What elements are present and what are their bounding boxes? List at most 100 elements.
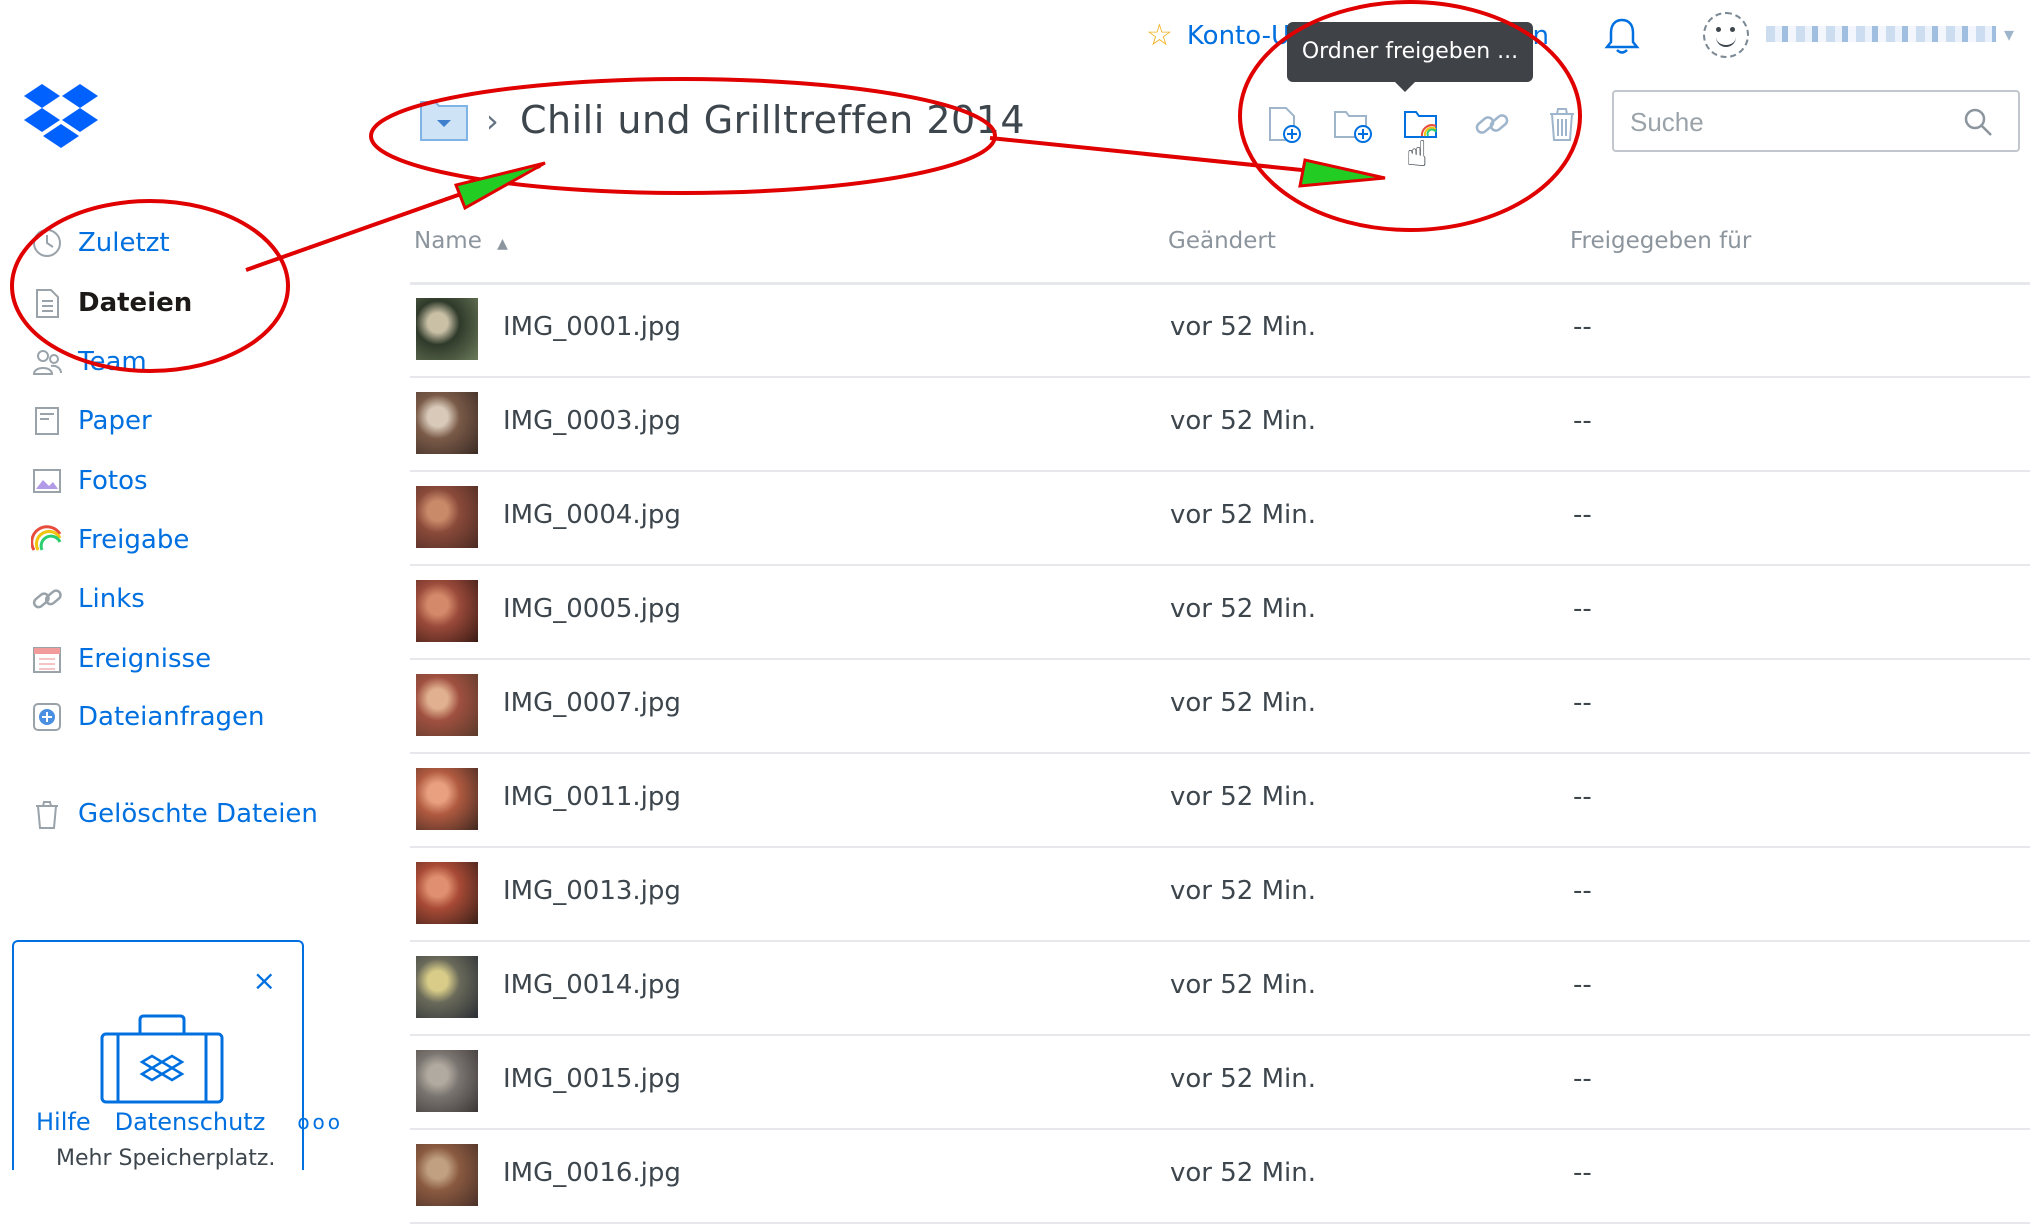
- close-icon[interactable]: ×: [253, 964, 276, 997]
- table-row[interactable]: IMG_0005.jpg vor 52 Min. --: [410, 566, 2030, 660]
- sidebar-item-fotos[interactable]: Fotos: [30, 464, 148, 498]
- file-name[interactable]: IMG_0004.jpg: [503, 500, 681, 530]
- sidebar-item-paper[interactable]: Paper: [30, 404, 152, 438]
- help-link[interactable]: Hilfe: [36, 1108, 91, 1136]
- sidebar-item-label: Ereignisse: [78, 644, 212, 674]
- sidebar-item-ereignisse[interactable]: Ereignisse: [30, 642, 211, 676]
- file-name[interactable]: IMG_0005.jpg: [503, 594, 681, 624]
- search-input[interactable]: [1628, 104, 1952, 140]
- bell-icon[interactable]: [1604, 16, 1640, 60]
- tooltip: Ordner freigeben ...: [1287, 22, 1533, 92]
- more-icon[interactable]: ooo: [297, 1110, 343, 1134]
- annotation-arrowhead-left: [453, 161, 546, 211]
- sidebar-item-links[interactable]: Links: [30, 582, 145, 616]
- file-thumbnail: [416, 674, 478, 736]
- sidebar-item-freigabe[interactable]: Freigabe: [30, 523, 189, 557]
- privacy-link[interactable]: Datenschutz: [115, 1108, 266, 1136]
- delete-icon[interactable]: [1542, 104, 1582, 144]
- column-name[interactable]: Name ▲: [414, 228, 508, 254]
- star-icon: ☆: [1146, 18, 1173, 53]
- sidebar-item-label: Freigabe: [78, 525, 190, 555]
- file-modified: vor 52 Min.: [1170, 688, 1316, 718]
- dropbox-logo[interactable]: [22, 82, 100, 156]
- upload-file-icon[interactable]: [1262, 104, 1302, 144]
- column-shared[interactable]: Freigegeben für: [1570, 228, 1751, 254]
- sidebar-item-geloeschte-dateien[interactable]: Gelöschte Dateien: [30, 797, 318, 831]
- promo-text: Mehr Speicherplatz.: [56, 1146, 276, 1171]
- file-list: IMG_0001.jpg vor 52 Min. -- IMG_0003.jpg vor…: [410, 284, 2030, 1224]
- table-header: Name ▲ Geändert Freigegeben für: [410, 228, 2030, 285]
- file-name[interactable]: IMG_0003.jpg: [503, 406, 681, 436]
- file-modified: vor 52 Min.: [1170, 782, 1316, 812]
- breadcrumb-separator: ›: [486, 102, 499, 140]
- file-modified: vor 52 Min.: [1170, 1158, 1316, 1188]
- link-icon: [30, 582, 64, 616]
- file-name[interactable]: IMG_0014.jpg: [503, 970, 681, 1000]
- file-shared-with: --: [1573, 970, 1592, 1000]
- file-shared-with: --: [1573, 1158, 1592, 1188]
- table-row[interactable]: IMG_0007.jpg vor 52 Min. --: [410, 660, 2030, 754]
- search-box[interactable]: [1612, 90, 2020, 152]
- file-thumbnail: [416, 392, 478, 454]
- file-shared-with: --: [1573, 782, 1592, 812]
- sidebar-item-dateien[interactable]: Dateien: [30, 286, 192, 320]
- file-name[interactable]: IMG_0013.jpg: [503, 876, 681, 906]
- chevron-down-icon[interactable]: ▾: [2004, 22, 2014, 46]
- file-name[interactable]: IMG_0011.jpg: [503, 782, 681, 812]
- new-folder-icon[interactable]: [1332, 104, 1372, 144]
- file-thumbnail: [416, 1050, 478, 1112]
- link-icon[interactable]: [1472, 104, 1512, 144]
- photo-icon: [30, 464, 64, 498]
- sidebar-item-label: Dateien: [78, 288, 193, 318]
- table-row[interactable]: IMG_0014.jpg vor 52 Min. --: [410, 942, 2030, 1036]
- trash-icon: [30, 797, 64, 831]
- avatar-icon[interactable]: [1703, 12, 1749, 58]
- sidebar-item-dateianfragen[interactable]: Dateianfragen: [30, 700, 265, 734]
- annotation-arrowhead-right: [1298, 158, 1386, 188]
- file-name[interactable]: IMG_0007.jpg: [503, 688, 681, 718]
- file-shared-with: --: [1573, 406, 1592, 436]
- file-modified: vor 52 Min.: [1170, 594, 1316, 624]
- file-thumbnail: [416, 298, 478, 360]
- file-thumbnail: [416, 768, 478, 830]
- file-name[interactable]: IMG_0015.jpg: [503, 1064, 681, 1094]
- table-row[interactable]: IMG_0016.jpg vor 52 Min. --: [410, 1130, 2030, 1224]
- rainbow-icon: [30, 523, 64, 557]
- sidebar-item-label: Gelöschte Dateien: [78, 799, 318, 829]
- file-modified: vor 52 Min.: [1170, 970, 1316, 1000]
- user-name[interactable]: [1766, 26, 1996, 42]
- table-row[interactable]: IMG_0015.jpg vor 52 Min. --: [410, 1036, 2030, 1130]
- file-shared-with: --: [1573, 500, 1592, 530]
- table-row[interactable]: IMG_0013.jpg vor 52 Min. --: [410, 848, 2030, 942]
- file-thumbnail: [416, 1144, 478, 1206]
- table-row[interactable]: IMG_0011.jpg vor 52 Min. --: [410, 754, 2030, 848]
- column-modified[interactable]: Geändert: [1168, 228, 1276, 254]
- annotation-arrow-right: [989, 136, 1381, 180]
- table-row[interactable]: IMG_0004.jpg vor 52 Min. --: [410, 472, 2030, 566]
- calendar-icon: [30, 642, 64, 676]
- file-modified: vor 52 Min.: [1170, 406, 1316, 436]
- file-shared-with: --: [1573, 312, 1592, 342]
- search-icon[interactable]: [1962, 106, 1994, 142]
- file-name[interactable]: IMG_0001.jpg: [503, 312, 681, 342]
- table-row[interactable]: IMG_0003.jpg vor 52 Min. --: [410, 378, 2030, 472]
- sidebar-item-zuletzt[interactable]: Zuletzt: [30, 226, 170, 260]
- file-request-icon: [30, 700, 64, 734]
- file-thumbnail: [416, 486, 478, 548]
- table-row[interactable]: IMG_0001.jpg vor 52 Min. --: [410, 284, 2030, 378]
- folder-dropdown-icon[interactable]: [417, 96, 471, 144]
- footer-links: Hilfe Datenschutz ooo: [36, 1108, 343, 1136]
- file-name[interactable]: IMG_0016.jpg: [503, 1158, 681, 1188]
- sidebar-item-label: Zuletzt: [78, 228, 170, 258]
- file-thumbnail: [416, 580, 478, 642]
- file-shared-with: --: [1573, 876, 1592, 906]
- file-modified: vor 52 Min.: [1170, 500, 1316, 530]
- file-thumbnail: [416, 956, 478, 1018]
- hand-cursor-icon: ☝: [1406, 134, 1428, 175]
- sidebar-item-team[interactable]: Team: [30, 345, 147, 379]
- clock-icon: [30, 226, 64, 260]
- team-icon: [30, 345, 64, 379]
- file-shared-with: --: [1573, 688, 1592, 718]
- file-thumbnail: [416, 862, 478, 924]
- file-shared-with: --: [1573, 1064, 1592, 1094]
